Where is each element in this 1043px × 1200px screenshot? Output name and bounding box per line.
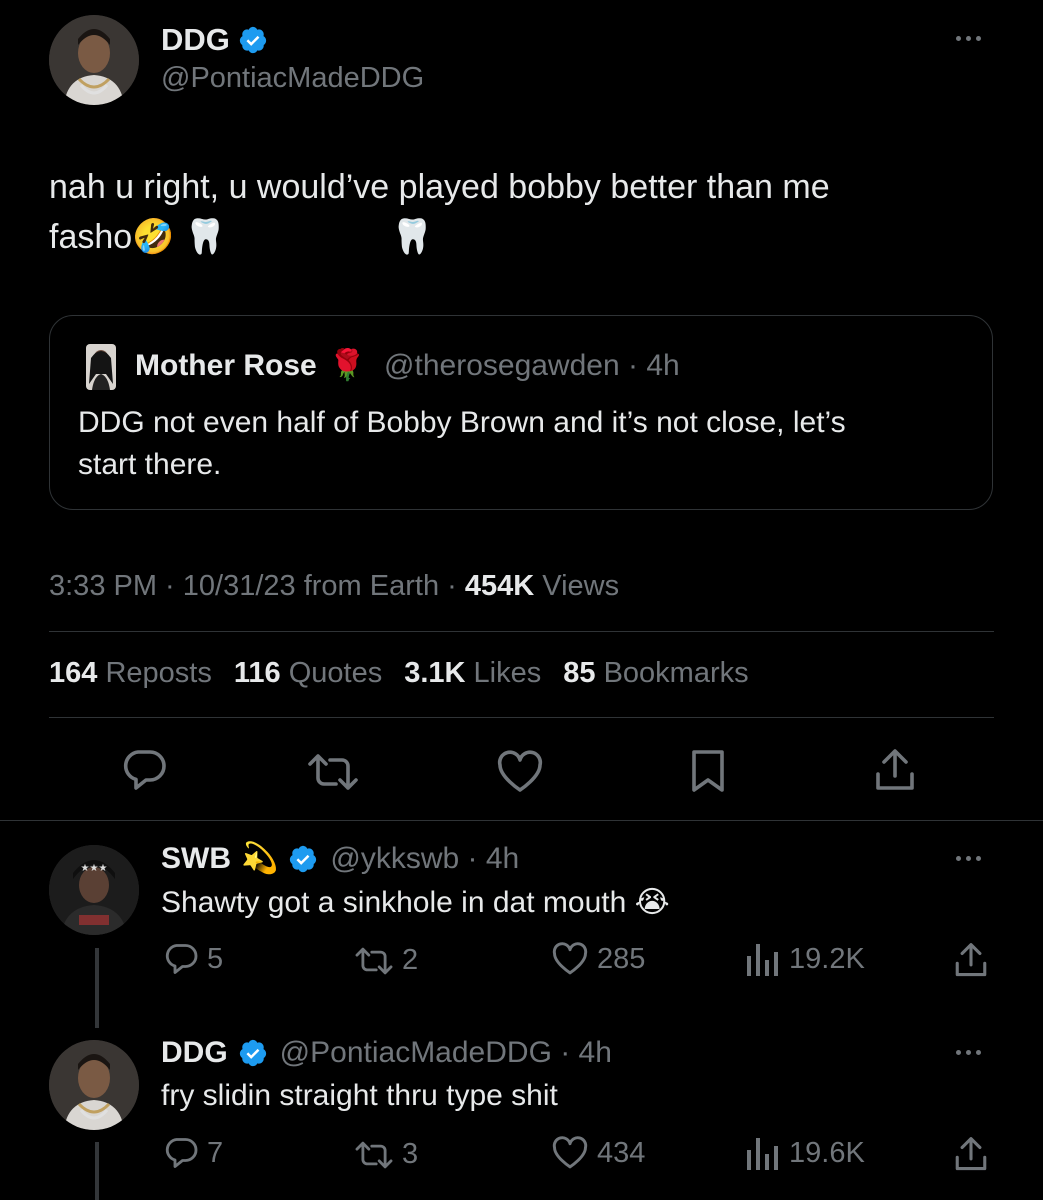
share-icon[interactable] (954, 1136, 988, 1172)
verified-badge-icon (239, 26, 267, 54)
analytics-icon (747, 1138, 778, 1170)
like-count: 285 (597, 942, 646, 975)
more-options-icon[interactable] (956, 856, 981, 861)
like-count: 434 (597, 1136, 646, 1169)
analytics-icon (747, 944, 778, 976)
svg-text:★★★: ★★★ (81, 863, 108, 874)
share-icon[interactable] (954, 942, 988, 978)
main-tweet-text-line1: nah u right, u would’ve played bobby bet… (49, 168, 830, 206)
verified-badge-icon (290, 845, 317, 873)
reply1-repost-button[interactable]: 2 (354, 944, 418, 977)
quoted-tweet-card[interactable]: Mother Rose 🌹 @therosegawden · 4h DDG no… (49, 315, 993, 510)
reply-count: 5 (207, 942, 224, 975)
reply1-text: Shawty got a sinkhole in dat mouth 😭 (161, 886, 670, 919)
quoted-tweet-text: DDG not even half of Bobby Brown and it’… (78, 402, 978, 486)
main-tweet-text-line2: fasho🤣 🦷 (49, 218, 227, 256)
main-author-name-row[interactable]: DDG (161, 22, 268, 58)
reply-count: 7 (207, 1136, 224, 1169)
thread-connector-line (95, 1142, 99, 1200)
repost-count: 3 (402, 1138, 419, 1170)
like-icon[interactable] (496, 750, 544, 794)
quoted-author-row: Mother Rose 🌹 @therosegawden · 4h (135, 348, 680, 384)
repost-icon (355, 1141, 393, 1168)
reply2-text: fry slidin straight thru type shit (161, 1079, 558, 1112)
main-tweet-text-line2-wrap: fasho🤣 🦷 🦷 (49, 212, 1009, 262)
like-icon (552, 1136, 588, 1169)
thread-connector-line (95, 948, 99, 1028)
reply1-views-button[interactable]: 19.2K (745, 942, 865, 976)
reply-icon (165, 1138, 198, 1168)
stat-reposts[interactable]: 164 Reposts (49, 657, 212, 690)
reply2-like-button[interactable]: 434 (551, 1136, 645, 1170)
quoted-author-avatar (86, 344, 116, 390)
section-divider (0, 820, 1043, 821)
dizzy-emoji: 💫 (241, 842, 279, 875)
quoted-author-handle-time: @therosegawden · 4h (384, 349, 680, 382)
reply-icon[interactable] (120, 748, 168, 792)
quoted-tweet-text-line2: start there. (78, 448, 222, 481)
bookmark-icon[interactable] (690, 748, 726, 794)
stat-bookmarks[interactable]: 85 Bookmarks (563, 657, 748, 690)
tooth-emoji: 🦷 (391, 218, 434, 256)
views-label: Views (534, 570, 620, 602)
stat-quotes[interactable]: 116 Quotes (234, 657, 382, 690)
like-icon (552, 942, 588, 975)
repost-icon (355, 947, 393, 974)
reply2-header: DDG @PontiacMadeDDG · 4h (161, 1035, 612, 1071)
engagement-stats: 164 Reposts 116 Quotes 3.1K Likes 85 Boo… (49, 657, 749, 690)
quoted-tweet-text-line1: DDG not even half of Bobby Brown and it’… (78, 406, 846, 439)
reply1-author-name[interactable]: SWB (161, 841, 231, 877)
main-author-name: DDG (161, 22, 230, 57)
reply2-author-name[interactable]: DDG (161, 1035, 228, 1071)
reply-icon (165, 944, 198, 974)
views-count: 19.2K (789, 942, 865, 975)
more-options-icon[interactable] (956, 1050, 981, 1055)
rose-emoji: 🌹 (328, 349, 367, 382)
reply1-handle-time[interactable]: @ykkswb · 4h (330, 841, 519, 877)
main-tweet-text: nah u right, u would’ve played bobby bet… (49, 162, 1009, 262)
reply2-views-button[interactable]: 19.6K (745, 1136, 865, 1170)
reply2-author-avatar[interactable] (49, 1040, 139, 1130)
main-author-avatar[interactable] (49, 15, 139, 105)
share-icon[interactable] (874, 748, 916, 792)
repost-count: 2 (402, 944, 419, 976)
divider (49, 631, 994, 632)
stat-likes[interactable]: 3.1K Likes (404, 657, 541, 690)
tweet-timestamp[interactable]: 3:33 PM · 10/31/23 from Earth · (49, 570, 465, 602)
views-count: 19.6K (789, 1136, 865, 1169)
views-count: 454K (464, 570, 535, 602)
verified-badge-icon (239, 1039, 266, 1067)
quoted-author-name: Mother Rose (135, 349, 317, 382)
repost-icon[interactable] (306, 752, 360, 792)
reply2-handle-time[interactable]: @PontiacMadeDDG · 4h (280, 1035, 612, 1071)
reply1-author-avatar[interactable]: ★★★ (49, 845, 139, 935)
divider (49, 717, 994, 718)
reply2-reply-button[interactable]: 7 (163, 1136, 223, 1170)
reply1-like-button[interactable]: 285 (551, 942, 645, 976)
more-options-icon[interactable] (956, 36, 981, 41)
reply1-header: SWB 💫 @ykkswb · 4h (161, 841, 519, 877)
main-author-handle[interactable]: @PontiacMadeDDG (161, 62, 424, 95)
reply2-repost-button[interactable]: 3 (354, 1138, 418, 1171)
tweet-meta: 3:33 PM · 10/31/23 from Earth · 454K Vie… (49, 570, 619, 603)
reply1-reply-button[interactable]: 5 (163, 942, 223, 976)
